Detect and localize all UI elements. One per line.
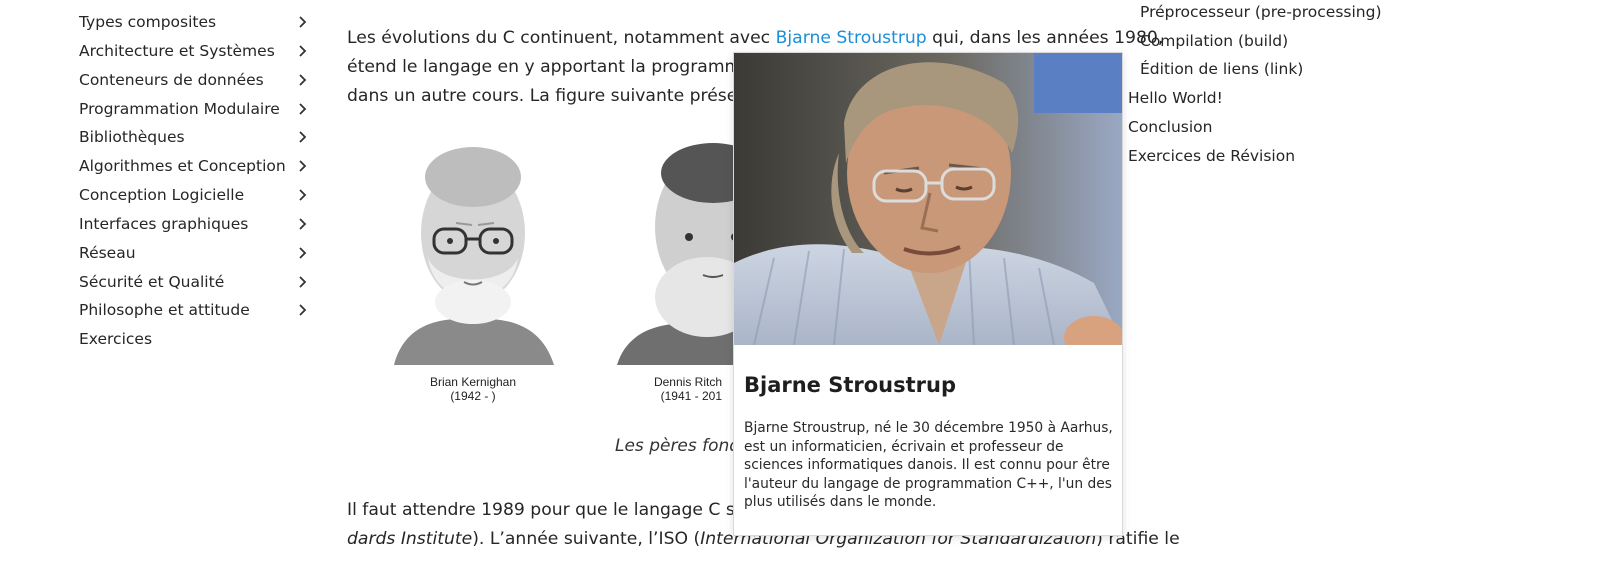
text-run-italic: dards Institute	[347, 529, 473, 549]
sidebar-item-label: Algorithmes et Conception	[79, 157, 286, 175]
sidebar-item-conteneurs[interactable]: Conteneurs de données	[79, 67, 309, 93]
sidebar-item-label: Conception Logicielle	[79, 186, 245, 204]
sidebar-item-label: Architecture et Systèmes	[79, 42, 275, 60]
chevron-right-icon[interactable]	[295, 15, 309, 29]
sidebar-item-label: Bibliothèques	[79, 128, 185, 146]
sidebar-item-reseau[interactable]: Réseau	[79, 240, 309, 266]
person-name: Brian Kernighan	[429, 375, 517, 389]
sidebar-item-label: Exercices	[79, 330, 153, 348]
text-run: qui, dans les années 1980,	[926, 28, 1164, 48]
sidebar-item-architecture[interactable]: Architecture et Systèmes	[79, 38, 309, 64]
sidebar-item-label: Interfaces graphiques	[79, 215, 249, 233]
chevron-right-icon[interactable]	[295, 217, 309, 231]
chevron-right-icon[interactable]	[295, 73, 309, 87]
sidebar-item-bibliotheques[interactable]: Bibliothèques	[79, 124, 309, 150]
chevron-right-icon[interactable]	[295, 130, 309, 144]
paragraph-line: dans un autre cours. La figure suivante …	[347, 86, 787, 106]
toc-item-exercices-revision[interactable]: Exercices de Révision	[1128, 147, 1295, 165]
sidebar-item-label: Conteneurs de données	[79, 71, 264, 89]
sidebar-item-label: Réseau	[79, 244, 136, 262]
text-run: ). L’année suivante, l’ISO (	[472, 529, 701, 549]
chevron-right-icon[interactable]	[295, 159, 309, 173]
paragraph-line: étend le langage en y apportant la progr…	[347, 57, 785, 77]
link-preview-popup[interactable]: Bjarne Stroustrup Bjarne Stroustrup, né …	[733, 52, 1123, 536]
stroustrup-photo	[734, 53, 1122, 345]
portrait-caption: Brian Kernighan (1942 - )	[384, 375, 562, 403]
popup-title: Bjarne Stroustrup	[744, 373, 957, 397]
toc-item-compilation[interactable]: Compilation (build)	[1140, 32, 1288, 50]
sidebar-item-conception-logicielle[interactable]: Conception Logicielle	[79, 182, 309, 208]
toc-item-conclusion[interactable]: Conclusion	[1128, 118, 1212, 136]
popup-description: Bjarne Stroustrup, né le 30 décembre 195…	[744, 420, 1113, 511]
chevron-right-icon[interactable]	[295, 303, 309, 317]
sidebar-item-algorithmes[interactable]: Algorithmes et Conception	[79, 153, 309, 179]
person-name: Dennis Ritch	[653, 375, 722, 389]
chevron-right-icon[interactable]	[295, 188, 309, 202]
chevron-right-icon[interactable]	[295, 275, 309, 289]
sidebar-item-philosophe[interactable]: Philosophe et attitude	[79, 297, 309, 323]
figure-caption: Les pères fonda	[615, 436, 751, 456]
sidebar-item-securite[interactable]: Sécurité et Qualité	[79, 269, 309, 295]
toc-item-hello-world[interactable]: Hello World!	[1128, 89, 1223, 107]
portrait-caption: Dennis Ritch (1941 - 201	[632, 375, 722, 403]
paragraph-line: Il faut attendre 1989 pour que le langag…	[347, 500, 774, 520]
sidebar-item-programmation-modulaire[interactable]: Programmation Modulaire	[79, 96, 309, 122]
person-years: (1941 - 201	[660, 389, 722, 403]
chevron-right-icon[interactable]	[295, 44, 309, 58]
text-run: Les évolutions du C continuent, notammen…	[347, 28, 776, 48]
sidebar-item-label: Types composites	[79, 13, 217, 31]
sidebar-item-label: Programmation Modulaire	[79, 100, 280, 118]
bjarne-stroustrup-link[interactable]: Bjarne Stroustrup	[776, 28, 927, 48]
person-years: (1942 - )	[450, 389, 496, 403]
sidebar-item-label: Philosophe et attitude	[79, 301, 250, 319]
sidebar-item-types-composites[interactable]: Types composites	[79, 9, 309, 35]
toc-item-preprocesseur[interactable]: Préprocesseur (pre-processing)	[1140, 3, 1382, 21]
paragraph-line: Les évolutions du C continuent, notammen…	[347, 24, 1163, 54]
sidebar-item-exercices[interactable]: Exercices	[79, 326, 309, 352]
chevron-right-icon[interactable]	[295, 246, 309, 260]
sidebar-item-interfaces-graphiques[interactable]: Interfaces graphiques	[79, 211, 309, 237]
kernighan-portrait	[384, 137, 562, 365]
toc-item-edition-liens[interactable]: Édition de liens (link)	[1140, 60, 1303, 78]
chevron-right-icon[interactable]	[295, 102, 309, 116]
sidebar-item-label: Sécurité et Qualité	[79, 273, 225, 291]
